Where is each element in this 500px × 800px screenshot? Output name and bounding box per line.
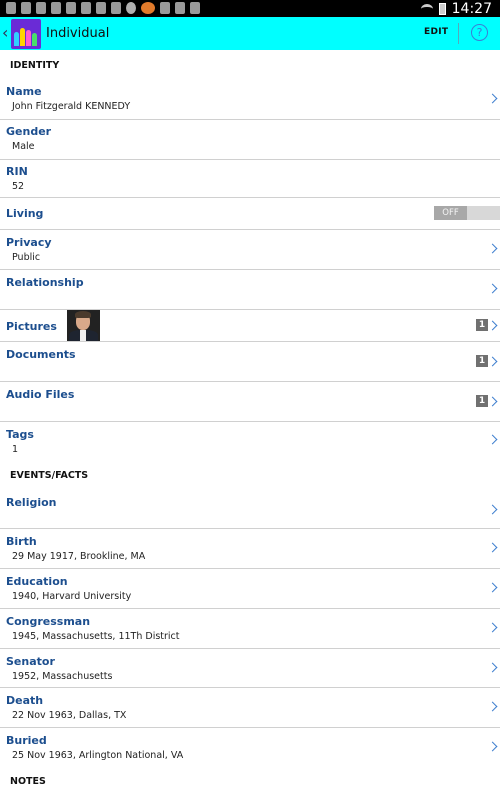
row-value: John Fitzgerald KENNEDY (12, 101, 131, 112)
row-senator[interactable]: Senator 1952, Massachusetts (0, 649, 500, 688)
row-value: Male (12, 141, 35, 152)
row-tags[interactable]: Tags 1 (0, 422, 500, 462)
living-toggle[interactable]: OFF (434, 206, 500, 220)
battery-icon (438, 2, 446, 15)
chevron-right-icon (487, 504, 498, 515)
v-icon (190, 2, 200, 14)
row-label: Living (6, 207, 44, 220)
row-value: 25 Nov 1963, Arlington National, VA (12, 750, 184, 761)
action-bar: ‹ Individual EDIT ? (0, 17, 500, 50)
row-value: 52 (12, 181, 25, 192)
row-education[interactable]: Education 1940, Harvard University (0, 569, 500, 609)
shield-icon (36, 2, 46, 14)
feed-icon (141, 2, 155, 14)
row-congressman[interactable]: Congressman 1945, Massachusetts, 11Th Di… (0, 609, 500, 649)
chevron-right-icon (487, 542, 498, 553)
chevron-right-icon (487, 283, 498, 294)
row-buried[interactable]: Buried 25 Nov 1963, Arlington National, … (0, 728, 500, 768)
row-label: Privacy (6, 236, 52, 249)
section-header-events: EVENTS/FACTS (10, 470, 89, 481)
row-value: 1940, Harvard University (12, 591, 132, 602)
row-value: Public (12, 252, 41, 263)
image-icon (96, 2, 106, 14)
section-header-notes: NOTES (10, 776, 46, 787)
chevron-right-icon (487, 320, 498, 331)
row-label: Senator (6, 655, 55, 668)
row-religion[interactable]: Religion (0, 488, 500, 529)
notification-icons (6, 2, 200, 14)
edit-button[interactable]: EDIT (424, 27, 448, 37)
face-icon (126, 2, 136, 14)
chevron-right-icon (487, 356, 498, 367)
section-header-identity: IDENTITY (10, 60, 60, 71)
o-icon (175, 2, 185, 14)
row-label: Audio Files (6, 388, 75, 401)
image-icon (51, 2, 61, 14)
page-title: Individual (46, 26, 110, 41)
row-value: 29 May 1917, Brookline, MA (12, 551, 146, 562)
clock: 14:27 (451, 0, 492, 17)
row-label: Birth (6, 535, 37, 548)
lock-icon (21, 2, 31, 14)
chevron-right-icon (487, 243, 498, 254)
chevron-right-icon (487, 396, 498, 407)
signal-icon (6, 2, 16, 14)
row-label: Relationship (6, 276, 84, 289)
ninja-icon (66, 2, 76, 14)
f-icon (160, 2, 170, 14)
row-label: Documents (6, 348, 76, 361)
row-pictures[interactable]: Pictures 1 (0, 310, 500, 342)
row-relationship[interactable]: Relationship (0, 270, 500, 310)
row-living: Living OFF (0, 198, 500, 230)
row-label: RIN (6, 165, 28, 178)
row-label: Religion (6, 496, 57, 509)
usb-icon (81, 2, 91, 14)
shield-icon (111, 2, 121, 14)
chevron-right-icon (487, 93, 498, 104)
app-logo-icon[interactable] (11, 19, 41, 49)
divider (458, 23, 459, 44)
row-birth[interactable]: Birth 29 May 1917, Brookline, MA (0, 529, 500, 569)
row-label: Education (6, 575, 68, 588)
chevron-right-icon (487, 662, 498, 673)
row-name[interactable]: Name John Fitzgerald KENNEDY (0, 80, 500, 120)
picture-thumbnail[interactable] (67, 310, 100, 341)
row-death[interactable]: Death 22 Nov 1963, Dallas, TX (0, 688, 500, 728)
row-privacy[interactable]: Privacy Public (0, 230, 500, 270)
row-audio-files[interactable]: Audio Files 1 (0, 382, 500, 422)
chevron-right-icon (487, 741, 498, 752)
chevron-right-icon (487, 622, 498, 633)
row-label: Gender (6, 125, 52, 138)
wifi-icon (420, 3, 433, 14)
row-documents[interactable]: Documents 1 (0, 342, 500, 382)
row-value: 22 Nov 1963, Dallas, TX (12, 710, 127, 721)
toggle-state: OFF (434, 206, 467, 220)
row-label: Death (6, 694, 44, 707)
back-icon[interactable]: ‹ (2, 23, 8, 42)
row-label: Tags (6, 428, 34, 441)
row-rin[interactable]: RIN 52 (0, 160, 500, 198)
row-label: Pictures (6, 320, 57, 333)
row-value: 1945, Massachusetts, 11Th District (12, 631, 180, 642)
chevron-right-icon (487, 434, 498, 445)
row-value: 1 (12, 444, 19, 455)
row-value: 1952, Massachusetts (12, 671, 113, 682)
row-label: Buried (6, 734, 47, 747)
status-bar: 14:27 (0, 0, 500, 17)
chevron-right-icon (487, 701, 498, 712)
row-label: Name (6, 85, 42, 98)
row-gender[interactable]: Gender Male (0, 120, 500, 160)
row-label: Congressman (6, 615, 91, 628)
help-button[interactable]: ? (471, 24, 488, 41)
chevron-right-icon (487, 582, 498, 593)
